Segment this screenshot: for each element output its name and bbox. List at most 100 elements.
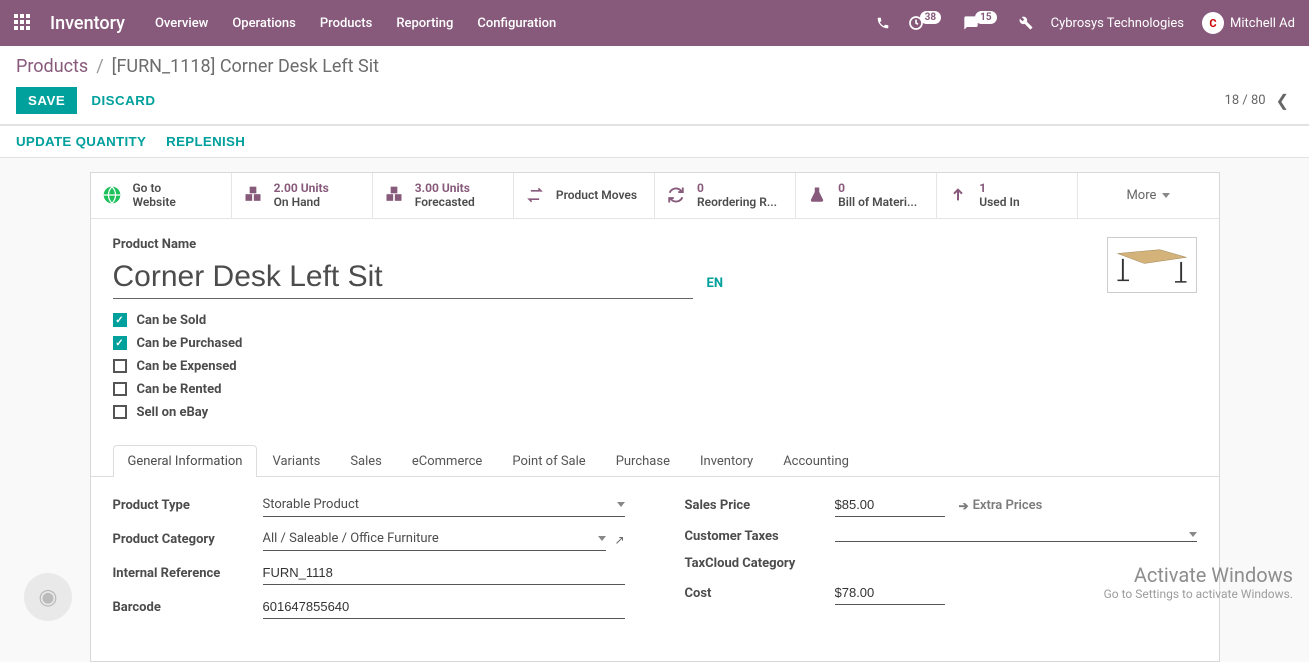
refresh-icon xyxy=(665,184,687,206)
boxes-icon xyxy=(383,184,405,206)
company-name[interactable]: Cybrosys Technologies xyxy=(1051,16,1184,31)
phone-icon[interactable] xyxy=(876,16,890,30)
product-name-input[interactable] xyxy=(113,258,693,299)
stat-reordering[interactable]: 0Reordering R... xyxy=(655,173,796,218)
nav-overview[interactable]: Overview xyxy=(155,16,208,31)
product-type-select[interactable]: Storable Product xyxy=(263,495,625,517)
barcode-input[interactable] xyxy=(263,597,625,619)
breadcrumb: Products / [FURN_1118] Corner Desk Left … xyxy=(16,56,1293,77)
product-category-select[interactable]: All / Saleable / Office Furniture xyxy=(263,529,607,551)
internal-reference-label: Internal Reference xyxy=(113,566,263,581)
stat-bom[interactable]: 0Bill of Materi... xyxy=(796,173,937,218)
form-col-left: Product Type Storable Product Product Ca… xyxy=(113,495,625,631)
action-bar: UPDATE QUANTITY REPLENISH xyxy=(0,125,1309,158)
general-information-form: Product Type Storable Product Product Ca… xyxy=(91,477,1219,661)
sales-price-input[interactable] xyxy=(835,495,945,517)
internal-reference-input[interactable] xyxy=(263,563,625,585)
top-nav: Inventory Overview Operations Products R… xyxy=(0,0,1309,46)
stat-buttons-row: Go toWebsite 2.00 UnitsOn Hand 3.00 Unit… xyxy=(91,173,1219,219)
discard-button[interactable]: DISCARD xyxy=(91,93,155,108)
checkbox-ebay[interactable] xyxy=(113,405,127,419)
stat-forecasted[interactable]: 3.00 UnitsForecasted xyxy=(373,173,514,218)
tab-purchase[interactable]: Purchase xyxy=(601,445,685,477)
breadcrumb-parent[interactable]: Products xyxy=(16,56,88,77)
chevron-down-icon xyxy=(1189,532,1197,537)
nav-configuration[interactable]: Configuration xyxy=(477,16,556,31)
flask-icon xyxy=(806,184,828,206)
arrow-right-icon: ➔ xyxy=(959,499,969,513)
nav-reporting[interactable]: Reporting xyxy=(396,16,453,31)
tab-inventory[interactable]: Inventory xyxy=(685,445,768,477)
pager: 18 / 80 ❮ xyxy=(1225,91,1293,110)
product-image[interactable] xyxy=(1107,237,1197,293)
extra-prices-link[interactable]: ➔Extra Prices xyxy=(959,498,1043,513)
control-panel: Products / [FURN_1118] Corner Desk Left … xyxy=(0,46,1309,125)
chevron-down-icon xyxy=(598,536,606,541)
product-options: Can be Sold Can be Purchased Can be Expe… xyxy=(113,313,1107,420)
label-expensed[interactable]: Can be Expensed xyxy=(137,359,237,374)
chat-badge: 15 xyxy=(975,11,996,24)
customer-taxes-select[interactable] xyxy=(835,530,1197,542)
nav-links: Overview Operations Products Reporting C… xyxy=(155,16,556,31)
cost-label: Cost xyxy=(685,586,835,601)
checkbox-sold[interactable] xyxy=(113,313,127,327)
checkbox-purchased[interactable] xyxy=(113,336,127,350)
product-type-label: Product Type xyxy=(113,498,263,513)
chevron-down-icon xyxy=(617,502,625,507)
barcode-label: Barcode xyxy=(113,600,263,615)
user-name: Mitchell Ad xyxy=(1230,16,1295,31)
exchange-icon xyxy=(524,184,546,206)
module-title: Inventory xyxy=(50,13,125,34)
windows-watermark: Activate Windows Go to Settings to activ… xyxy=(1104,563,1293,601)
language-button[interactable]: EN xyxy=(707,276,724,291)
cost-input[interactable] xyxy=(835,583,945,605)
user-menu[interactable]: C Mitchell Ad xyxy=(1202,12,1295,34)
chat-icon[interactable]: 15 xyxy=(963,15,1000,31)
product-name-label: Product Name xyxy=(113,237,1107,252)
label-ebay[interactable]: Sell on eBay xyxy=(137,405,209,420)
tab-variants[interactable]: Variants xyxy=(257,445,335,477)
sales-price-label: Sales Price xyxy=(685,498,835,513)
stat-moves[interactable]: Product Moves xyxy=(514,173,655,218)
breadcrumb-sep: / xyxy=(96,56,103,77)
product-category-label: Product Category xyxy=(113,532,263,547)
nav-operations[interactable]: Operations xyxy=(232,16,296,31)
label-sold[interactable]: Can be Sold xyxy=(137,313,207,328)
label-purchased[interactable]: Can be Purchased xyxy=(137,336,243,351)
clock-badge: 38 xyxy=(920,11,941,24)
chevron-down-icon xyxy=(1162,193,1170,198)
globe-icon xyxy=(101,184,123,206)
tab-general[interactable]: General Information xyxy=(113,445,258,477)
pager-text[interactable]: 18 / 80 xyxy=(1225,93,1266,108)
external-link-icon[interactable]: ↗ xyxy=(614,533,624,547)
breadcrumb-current: [FURN_1118] Corner Desk Left Sit xyxy=(112,56,379,77)
stat-usedin[interactable]: 1Used In xyxy=(937,173,1078,218)
tab-pos[interactable]: Point of Sale xyxy=(497,445,600,477)
arrow-up-icon xyxy=(947,184,969,206)
stat-onhand[interactable]: 2.00 UnitsOn Hand xyxy=(232,173,373,218)
boxes-icon xyxy=(242,184,264,206)
update-quantity-button[interactable]: UPDATE QUANTITY xyxy=(16,134,146,149)
apps-icon[interactable] xyxy=(14,14,32,32)
stat-website[interactable]: Go toWebsite xyxy=(91,173,232,218)
save-button[interactable]: SAVE xyxy=(16,87,77,114)
checkbox-rented[interactable] xyxy=(113,382,127,396)
label-rented[interactable]: Can be Rented xyxy=(137,382,222,397)
nav-right: 38 15 Cybrosys Technologies C Mitchell A… xyxy=(876,12,1295,34)
tab-sales[interactable]: Sales xyxy=(335,445,397,477)
stat-more[interactable]: More xyxy=(1078,173,1218,218)
form-sheet: Go toWebsite 2.00 UnitsOn Hand 3.00 Unit… xyxy=(90,172,1220,662)
tab-ecommerce[interactable]: eCommerce xyxy=(397,445,497,477)
customer-taxes-label: Customer Taxes xyxy=(685,529,835,544)
clock-icon[interactable]: 38 xyxy=(908,15,945,31)
nav-products[interactable]: Products xyxy=(320,16,372,31)
user-avatar-icon: C xyxy=(1202,12,1224,34)
tools-icon[interactable] xyxy=(1019,16,1033,30)
tab-accounting[interactable]: Accounting xyxy=(768,445,864,477)
replenish-button[interactable]: REPLENISH xyxy=(166,134,245,149)
checkbox-expensed[interactable] xyxy=(113,359,127,373)
taxcloud-category-label: TaxCloud Category xyxy=(685,556,835,571)
tabs: General Information Variants Sales eComm… xyxy=(91,444,1219,477)
pager-prev-icon[interactable]: ❮ xyxy=(1276,91,1289,110)
product-header: Product Name EN Can be Sold Can be Purch… xyxy=(91,219,1219,430)
